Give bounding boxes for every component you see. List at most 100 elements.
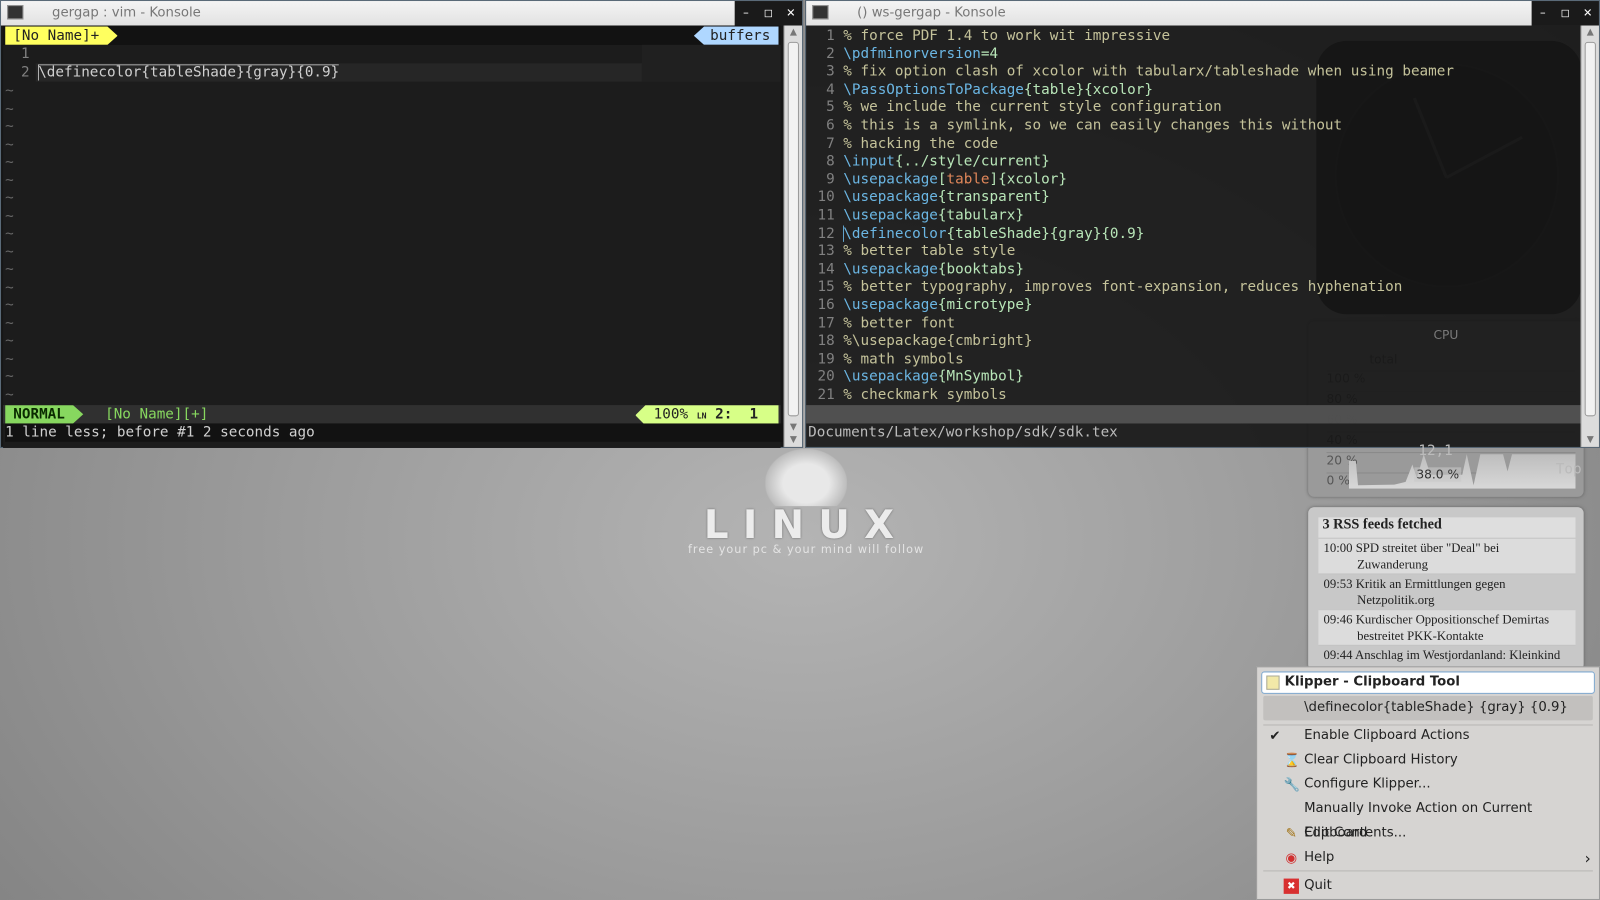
latex-konsole-window: () ws-gergap - Konsole – ◻ ✕ 1 % force PDF… (805, 0, 1600, 478)
close-button[interactable]: ✕ (1577, 1, 1599, 25)
clipboard-history-item[interactable]: \definecolor{tableShade} {gray} {0.9} (1263, 695, 1593, 721)
empty-line-tilde: ~ (5, 189, 14, 207)
hourglass-icon: ⌛ (1283, 753, 1301, 769)
scrollbar-thumb[interactable] (787, 41, 799, 417)
rss-time: 09:46 (1323, 612, 1353, 627)
vim-tabline (3, 25, 781, 45)
rss-item[interactable]: 09:46 Kurdischer Oppositionschef Demirta… (1318, 609, 1576, 645)
code-line: 2 \pdfminorversion=4 (806, 44, 998, 62)
code-line: 21 % checkmark symbols (806, 386, 1007, 404)
line-number: 17 (817, 314, 835, 332)
line-number: 21 (817, 386, 835, 404)
code-token: {transparent} (937, 189, 1050, 206)
history-item-text: \definecolor{tableShade} {gray} {0.9} (1304, 699, 1568, 716)
rss-item[interactable]: 09:44 Anschlag im Westjordanland: Kleink… (1318, 644, 1576, 664)
code-token: \usepackage (843, 368, 938, 386)
menu-title-text: Klipper - Clipboard Tool (1284, 674, 1460, 690)
menu-item-enable-clipboard-actions[interactable]: ✔ Enable Clipboard Actions (1263, 723, 1593, 747)
code-line: 15 % better typography, improves font-ex… (806, 278, 1402, 296)
titlebar[interactable]: () ws-gergap - Konsole – ◻ ✕ (806, 1, 1599, 26)
code-line: 7 % hacking the code (806, 134, 998, 152)
rss-title: 3 RSS feeds fetched (1318, 517, 1576, 538)
code-token: % checkmark symbols (843, 386, 1007, 404)
empty-line-tilde: ~ (5, 350, 14, 367)
rss-item[interactable]: 10:00 SPD streitet über "Deal" bei Zuwan… (1318, 537, 1576, 574)
titlebar[interactable]: gergap : vim - Konsole – ◻ ✕ (1, 1, 803, 26)
minimize-button[interactable]: – (1532, 1, 1554, 25)
empty-line-tilde: ~ (5, 314, 14, 332)
empty-line-tilde: ~ (5, 82, 14, 99)
menu-item-help[interactable]: ◉ Help › (1263, 846, 1593, 870)
code-token: [ (937, 171, 947, 188)
klipper-menu: Klipper - Clipboard Tool \definecolor{ta… (1256, 666, 1600, 900)
rss-widget: 3 RSS feeds fetched 10:00 SPD streitet ü… (1308, 507, 1584, 671)
code-token: =4 (980, 45, 999, 62)
buffers-label: buffers (693, 26, 779, 45)
line-number: 14 (817, 261, 835, 278)
code-token: % this is a symlink, so we can easily ch… (843, 117, 1343, 134)
menu-item-label: Enable Clipboard Actions (1304, 727, 1470, 743)
wrench-icon: 🔧 (1283, 777, 1301, 793)
menu-item-edit-contents[interactable]: ✎ Edit Contents... (1263, 821, 1593, 845)
menu-item-manually-invoke-action-on-current-clipboard[interactable]: Manually Invoke Action on Current Clipbo… (1263, 797, 1593, 841)
line-number: 7 (826, 135, 835, 152)
rss-time: 09:44 (1323, 647, 1353, 663)
status-percent: 100% (653, 406, 689, 423)
code-line: 5 % we include the current style configu… (806, 98, 1222, 116)
cpu-value: 38.0 % (1414, 467, 1462, 482)
line-number: 5 (826, 99, 835, 116)
vim-statusline: NORMAL [No Name][+] 100% LN 2: 1 (3, 405, 781, 426)
empty-line-tilde: ~ (5, 171, 14, 189)
code-token: \usepackage (843, 171, 938, 188)
code-token: % fix option clash of xcolor with tabula… (843, 63, 1454, 80)
vim-statusline: Documents/Latex/workshop/sdk/sdk.tex 12,… (806, 405, 1582, 478)
rss-time: 10:00 (1323, 540, 1353, 556)
maximize-button[interactable]: ◻ (1554, 1, 1576, 25)
line-number: 3 (826, 63, 835, 80)
menu-item-label: Help (1304, 849, 1335, 866)
buffer-tab[interactable]: [No Name]+ (5, 27, 118, 45)
window-title: () ws-gergap - Konsole (857, 5, 1006, 21)
mode-indicator: NORMAL (5, 405, 83, 423)
scrollbar-thumb[interactable] (1584, 41, 1596, 417)
code-line: 4 \PassOptionsToPackage{table}{xcolor} (806, 80, 1153, 98)
line-number: 12 (817, 225, 835, 242)
vim-editor[interactable]: 1 % force PDF 1.4 to work wit impressive… (806, 26, 1582, 478)
edit-icon: ✎ (1285, 826, 1297, 842)
line-number: 6 (826, 117, 835, 134)
color-column (641, 44, 781, 82)
menu-item-clear-clipboard-history[interactable]: ⌛ Clear Clipboard History (1263, 748, 1593, 772)
vim-editor[interactable]: [No Name]+ buffers 1 2 \definecolor{tabl… (3, 25, 783, 448)
maximize-button[interactable]: ◻ (757, 1, 779, 25)
menu-item-configure-klipper[interactable]: 🔧 Configure Klipper... (1263, 772, 1593, 796)
status-filename: [No Name][+] (105, 406, 209, 423)
empty-line-tilde: ~ (5, 100, 14, 117)
status-position: 100% LN 2: 1 (635, 405, 779, 426)
code-token: ]{xcolor} (989, 171, 1067, 188)
close-button[interactable]: ✕ (780, 1, 802, 25)
code-token: % better font (843, 314, 956, 332)
chevron-right-icon: › (1584, 848, 1591, 868)
rss-item[interactable]: 09:53 Kritik an Ermittlungen gegen Netzp… (1318, 573, 1576, 609)
code-line: 3 % fix option clash of xcolor with tabu… (806, 62, 1454, 80)
vim-message: 1 line less; before #1 2 seconds ago (5, 423, 783, 442)
scrollbar[interactable]: ▲ ▼ ▼ (783, 25, 803, 447)
line-number: 8 (826, 153, 835, 170)
empty-line-tilde: ~ (5, 368, 14, 385)
menu-title: Klipper - Clipboard Tool (1261, 671, 1595, 694)
code-line: 11 \usepackage{tabularx} (806, 206, 1023, 224)
code-token: \usepackage (843, 296, 938, 314)
empty-line-tilde: ~ (5, 243, 14, 260)
logo-tagline: free your pc & your mind will follow (687, 542, 925, 557)
code-token: % hacking the code (843, 135, 999, 152)
code-line: 14 \usepackage{booktabs} (806, 260, 1023, 278)
scrollbar[interactable]: ▲ ▼ (1580, 25, 1599, 447)
konsole-icon (7, 5, 24, 20)
menu-item-quit[interactable]: ✖ Quit (1263, 873, 1593, 897)
logo-text: LINUX (703, 502, 909, 547)
line-number: 2 (20, 64, 30, 81)
minimize-button[interactable]: – (735, 1, 757, 25)
quit-icon: ✖ (1283, 878, 1299, 894)
rss-time: 09:53 (1323, 576, 1353, 591)
line-number: 2 (826, 45, 835, 62)
